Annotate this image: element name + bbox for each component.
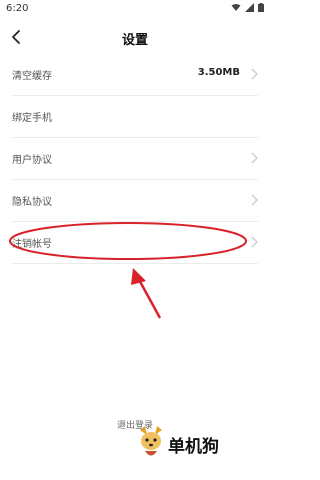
chevron-right-icon	[251, 152, 258, 164]
watermark-text: 单机狗	[168, 437, 219, 457]
page-title: 设置	[121, 33, 148, 48]
wifi-icon	[231, 4, 241, 11]
battery-icon	[258, 3, 264, 12]
bind-phone-label: 绑定手机	[12, 113, 52, 124]
dog-logo-icon	[140, 426, 162, 456]
privacy-agreement-row[interactable]: 隐私协议	[12, 180, 258, 222]
status-time: 6:20	[6, 3, 29, 14]
chevron-right-icon	[251, 194, 258, 206]
cancel-account-label: 注销帐号	[12, 239, 52, 250]
chevron-right-icon	[251, 68, 258, 80]
status-icons	[231, 3, 264, 12]
clear-cache-row[interactable]: 清空缓存 3.50MB	[12, 54, 258, 96]
bind-phone-row[interactable]: 绑定手机	[12, 96, 258, 138]
cancel-account-row[interactable]: 注销帐号	[12, 222, 258, 264]
app-bar: 设置	[0, 22, 270, 52]
settings-list: 清空缓存 3.50MB 绑定手机 用户协议 隐私协议 注销帐号	[0, 54, 270, 264]
user-agreement-row[interactable]: 用户协议	[12, 138, 258, 180]
user-agreement-label: 用户协议	[12, 155, 52, 166]
cache-size-value: 3.50MB	[197, 67, 240, 78]
chevron-right-icon	[251, 236, 258, 248]
privacy-agreement-label: 隐私协议	[12, 197, 52, 208]
signal-icon	[245, 3, 254, 12]
clear-cache-label: 清空缓存	[12, 71, 52, 82]
annotation-arrow-head	[131, 268, 146, 285]
annotation-arrow-shaft	[135, 275, 162, 319]
watermark: 单机狗	[136, 424, 246, 460]
status-bar: 6:20	[0, 0, 270, 18]
